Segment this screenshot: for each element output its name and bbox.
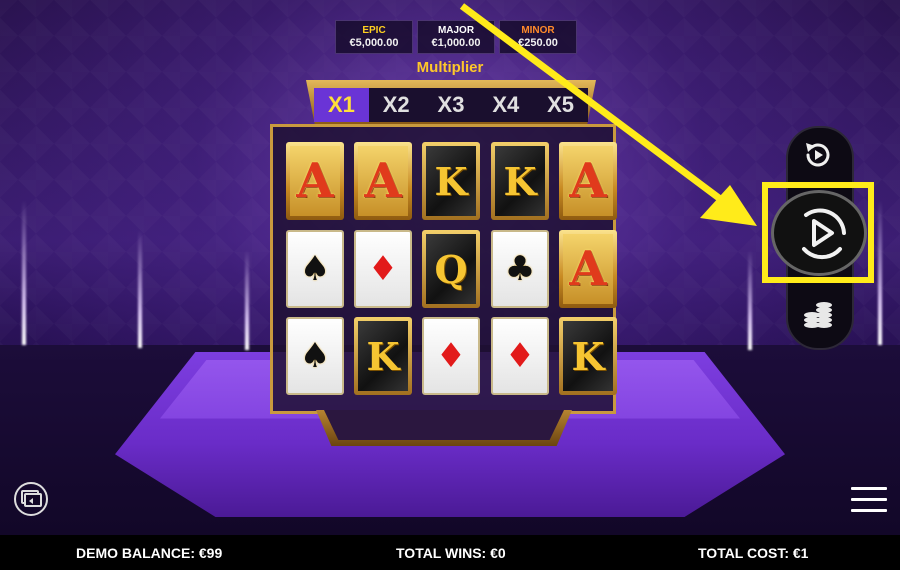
highlight-box — [762, 182, 874, 283]
symbol-glyph: ♠ — [299, 336, 331, 376]
reel-symbol: A — [286, 142, 344, 220]
symbol-glyph: ♦ — [504, 336, 536, 376]
symbol-glyph: ♣ — [504, 249, 536, 289]
jackpot-amount: €5,000.00 — [349, 37, 399, 49]
reel-symbol: ♦ — [422, 317, 480, 395]
demo-balance: DEMO BALANCE: €99 — [76, 545, 223, 561]
symbol-glyph: ♦ — [367, 249, 399, 289]
menu-line — [851, 498, 887, 501]
symbol-glyph: ♠ — [299, 249, 331, 289]
reel-grid-base-inner — [324, 410, 564, 440]
multiplier-bar: X1 X2 X3 X4 X5 — [314, 88, 588, 122]
symbol-glyph: K — [366, 333, 400, 379]
symbol-glyph: A — [296, 153, 334, 209]
light-beam — [138, 230, 142, 348]
hamburger-menu-button[interactable] — [851, 487, 887, 515]
reel-symbol: A — [559, 142, 617, 220]
bet-button[interactable] — [786, 298, 850, 339]
jackpot-name: MINOR — [521, 25, 555, 36]
reel-symbol: K — [491, 142, 549, 220]
reel-symbol: ♣ — [491, 230, 549, 308]
jackpot-minor: MINOR €250.00 — [499, 20, 577, 54]
total-wins: TOTAL WINS: €0 — [396, 545, 506, 561]
symbol-glyph: A — [569, 153, 607, 209]
autoplay-button[interactable] — [786, 138, 850, 177]
light-beam — [22, 200, 26, 345]
jackpot-name: MAJOR — [437, 25, 475, 36]
symbol-glyph: K — [434, 158, 468, 204]
light-beam — [245, 250, 249, 350]
history-button[interactable] — [14, 482, 48, 516]
reel-symbol: A — [354, 142, 412, 220]
jackpot-name: EPIC — [362, 25, 386, 36]
symbol-glyph: A — [364, 153, 402, 209]
symbol-glyph: K — [571, 333, 605, 379]
multiplier-title: Multiplier — [416, 59, 484, 76]
symbol-glyph: ♦ — [435, 336, 467, 376]
status-bar: DEMO BALANCE: €99 TOTAL WINS: €0 TOTAL C… — [0, 535, 900, 570]
symbol-glyph: Q — [434, 246, 468, 292]
jackpot-amount: €1,000.00 — [431, 37, 481, 49]
reel-symbol: ♠ — [286, 230, 344, 308]
reel-symbol: K — [354, 317, 412, 395]
menu-line — [851, 509, 887, 512]
light-beam — [878, 200, 882, 345]
multiplier-x4: X4 — [492, 92, 520, 117]
coin-stack-icon — [804, 302, 832, 328]
multiplier-x2: X2 — [382, 92, 410, 117]
reel-symbol: K — [559, 317, 617, 395]
reel-symbol: ♠ — [286, 317, 344, 395]
reel-symbol: Q — [422, 230, 480, 308]
autoplay-icon — [806, 143, 830, 167]
symbol-glyph: A — [569, 241, 607, 297]
multiplier-x1: X1 — [314, 88, 369, 122]
card-history-icon — [21, 490, 42, 507]
total-cost: TOTAL COST: €1 — [698, 545, 809, 561]
reel-symbol: ♦ — [354, 230, 412, 308]
reel-symbol: A — [559, 230, 617, 308]
reel-symbol: ♦ — [491, 317, 549, 395]
jackpot-epic: EPIC €5,000.00 — [335, 20, 413, 54]
menu-line — [851, 487, 887, 490]
reel-symbol: K — [422, 142, 480, 220]
multiplier-x3: X3 — [437, 92, 465, 117]
game-scene: EPIC €5,000.00 MAJOR €1,000.00 MINOR €25… — [0, 0, 900, 535]
symbol-glyph: K — [503, 158, 537, 204]
multiplier-x5: X5 — [547, 92, 575, 117]
light-beam — [748, 250, 752, 350]
jackpot-panel: EPIC €5,000.00 MAJOR €1,000.00 MINOR €25… — [335, 20, 577, 54]
jackpot-amount: €250.00 — [518, 37, 558, 49]
jackpot-major: MAJOR €1,000.00 — [417, 20, 495, 54]
